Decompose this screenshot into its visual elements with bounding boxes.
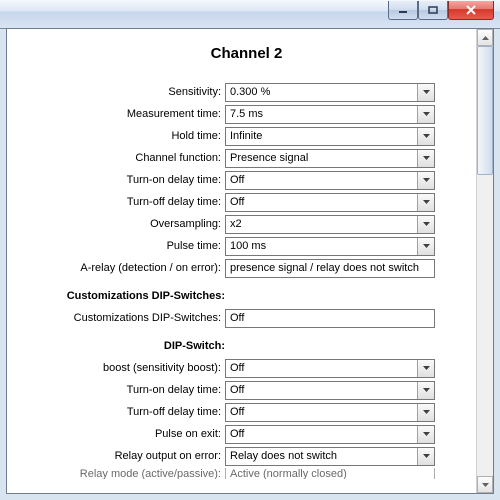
- dip-turn-off-delay-time-label: Turn-off delay time:: [27, 406, 225, 418]
- scroll-thumb[interactable]: [477, 46, 493, 175]
- chevron-down-icon[interactable]: [417, 382, 434, 399]
- dip-boost-sensitivity-boost-label: boost (sensitivity boost):: [27, 362, 225, 374]
- channel-function-value: Presence signal: [230, 152, 417, 164]
- dip-pulse-on-exit-value: Off: [230, 428, 417, 440]
- maximize-button[interactable]: [418, 1, 448, 20]
- sensitivity-dropdown[interactable]: 0.300 %: [225, 83, 435, 102]
- dip-pulse-on-exit-label: Pulse on exit:: [27, 428, 225, 440]
- dip-turn-off-delay-time-dropdown[interactable]: Off: [225, 403, 435, 422]
- turn-on-delay-time-dropdown[interactable]: Off: [225, 171, 435, 190]
- dip-heading: DIP-Switch:: [27, 340, 225, 352]
- relay-mode-text: Active (normally closed): [230, 468, 347, 479]
- hold-time-dropdown[interactable]: Infinite: [225, 127, 435, 146]
- relay-mode-value: Active (normally closed): [225, 468, 435, 479]
- chevron-down-icon[interactable]: [417, 128, 434, 145]
- chevron-down-icon[interactable]: [417, 106, 434, 123]
- hold-time-label: Hold time:: [27, 130, 225, 142]
- relay-mode-label: Relay mode (active/passive):: [27, 468, 225, 479]
- chevron-down-icon[interactable]: [417, 172, 434, 189]
- dip-turn-off-delay-time-value: Off: [230, 406, 417, 418]
- dip-turn-on-delay-time-dropdown[interactable]: Off: [225, 381, 435, 400]
- dip-turn-on-delay-time-value: Off: [230, 384, 417, 396]
- oversampling-value: x2: [230, 218, 417, 230]
- dip-relay-output-on-error-value: Relay does not switch: [230, 450, 417, 462]
- dip-relay-output-on-error-dropdown[interactable]: Relay does not switch: [225, 447, 435, 466]
- content-panel: Channel 2 Sensitivity: 0.300 % Measurement…: [7, 29, 476, 493]
- chevron-down-icon[interactable]: [417, 426, 434, 443]
- vertical-scrollbar[interactable]: [476, 29, 493, 493]
- channel-function-dropdown[interactable]: Presence signal: [225, 149, 435, 168]
- close-button[interactable]: [448, 1, 494, 20]
- chevron-down-icon[interactable]: [417, 448, 434, 465]
- a-relay-value: presence signal / relay does not switch: [225, 259, 435, 278]
- pulse-time-label: Pulse time:: [27, 240, 225, 252]
- cust-heading: Customizations DIP-Switches:: [27, 290, 225, 302]
- turn-off-delay-time-label: Turn-off delay time:: [27, 196, 225, 208]
- hold-time-value: Infinite: [230, 130, 417, 142]
- pulse-time-value: 100 ms: [230, 240, 417, 252]
- scroll-track[interactable]: [477, 46, 493, 476]
- dip-boost-sensitivity-boost-value: Off: [230, 362, 417, 374]
- scroll-up-button[interactable]: [477, 29, 493, 46]
- chevron-down-icon[interactable]: [417, 84, 434, 101]
- turn-off-delay-time-dropdown[interactable]: Off: [225, 193, 435, 212]
- cust-dip-value: Off: [225, 309, 435, 328]
- channel-function-label: Channel function:: [27, 152, 225, 164]
- dip-turn-on-delay-time-label: Turn-on delay time:: [27, 384, 225, 396]
- chevron-down-icon[interactable]: [417, 404, 434, 421]
- oversampling-dropdown[interactable]: x2: [225, 215, 435, 234]
- measurement-time-value: 7.5 ms: [230, 108, 417, 120]
- sensitivity-label: Sensitivity:: [27, 86, 225, 98]
- dip-pulse-on-exit-dropdown[interactable]: Off: [225, 425, 435, 444]
- turn-on-delay-time-value: Off: [230, 174, 417, 186]
- turn-on-delay-time-label: Turn-on delay time:: [27, 174, 225, 186]
- measurement-time-dropdown[interactable]: 7.5 ms: [225, 105, 435, 124]
- measurement-time-label: Measurement time:: [27, 108, 225, 120]
- chevron-down-icon[interactable]: [417, 216, 434, 233]
- dip-relay-output-on-error-label: Relay output on error:: [27, 450, 225, 462]
- a-relay-text: presence signal / relay does not switch: [230, 262, 419, 274]
- dip-boost-sensitivity-boost-dropdown[interactable]: Off: [225, 359, 435, 378]
- titlebar: [0, 0, 500, 29]
- chevron-down-icon[interactable]: [417, 194, 434, 211]
- turn-off-delay-time-value: Off: [230, 196, 417, 208]
- a-relay-label: A-relay (detection / on error):: [27, 262, 225, 274]
- scroll-down-button[interactable]: [477, 476, 493, 493]
- page-title: Channel 2: [27, 45, 466, 62]
- oversampling-label: Oversampling:: [27, 218, 225, 230]
- chevron-down-icon[interactable]: [417, 150, 434, 167]
- cust-dip-label: Customizations DIP-Switches:: [27, 312, 225, 324]
- minimize-button[interactable]: [388, 1, 418, 20]
- sensitivity-value: 0.300 %: [230, 86, 417, 98]
- pulse-time-dropdown[interactable]: 100 ms: [225, 237, 435, 256]
- chevron-down-icon[interactable]: [417, 360, 434, 377]
- cust-dip-text: Off: [230, 312, 244, 324]
- chevron-down-icon[interactable]: [417, 238, 434, 255]
